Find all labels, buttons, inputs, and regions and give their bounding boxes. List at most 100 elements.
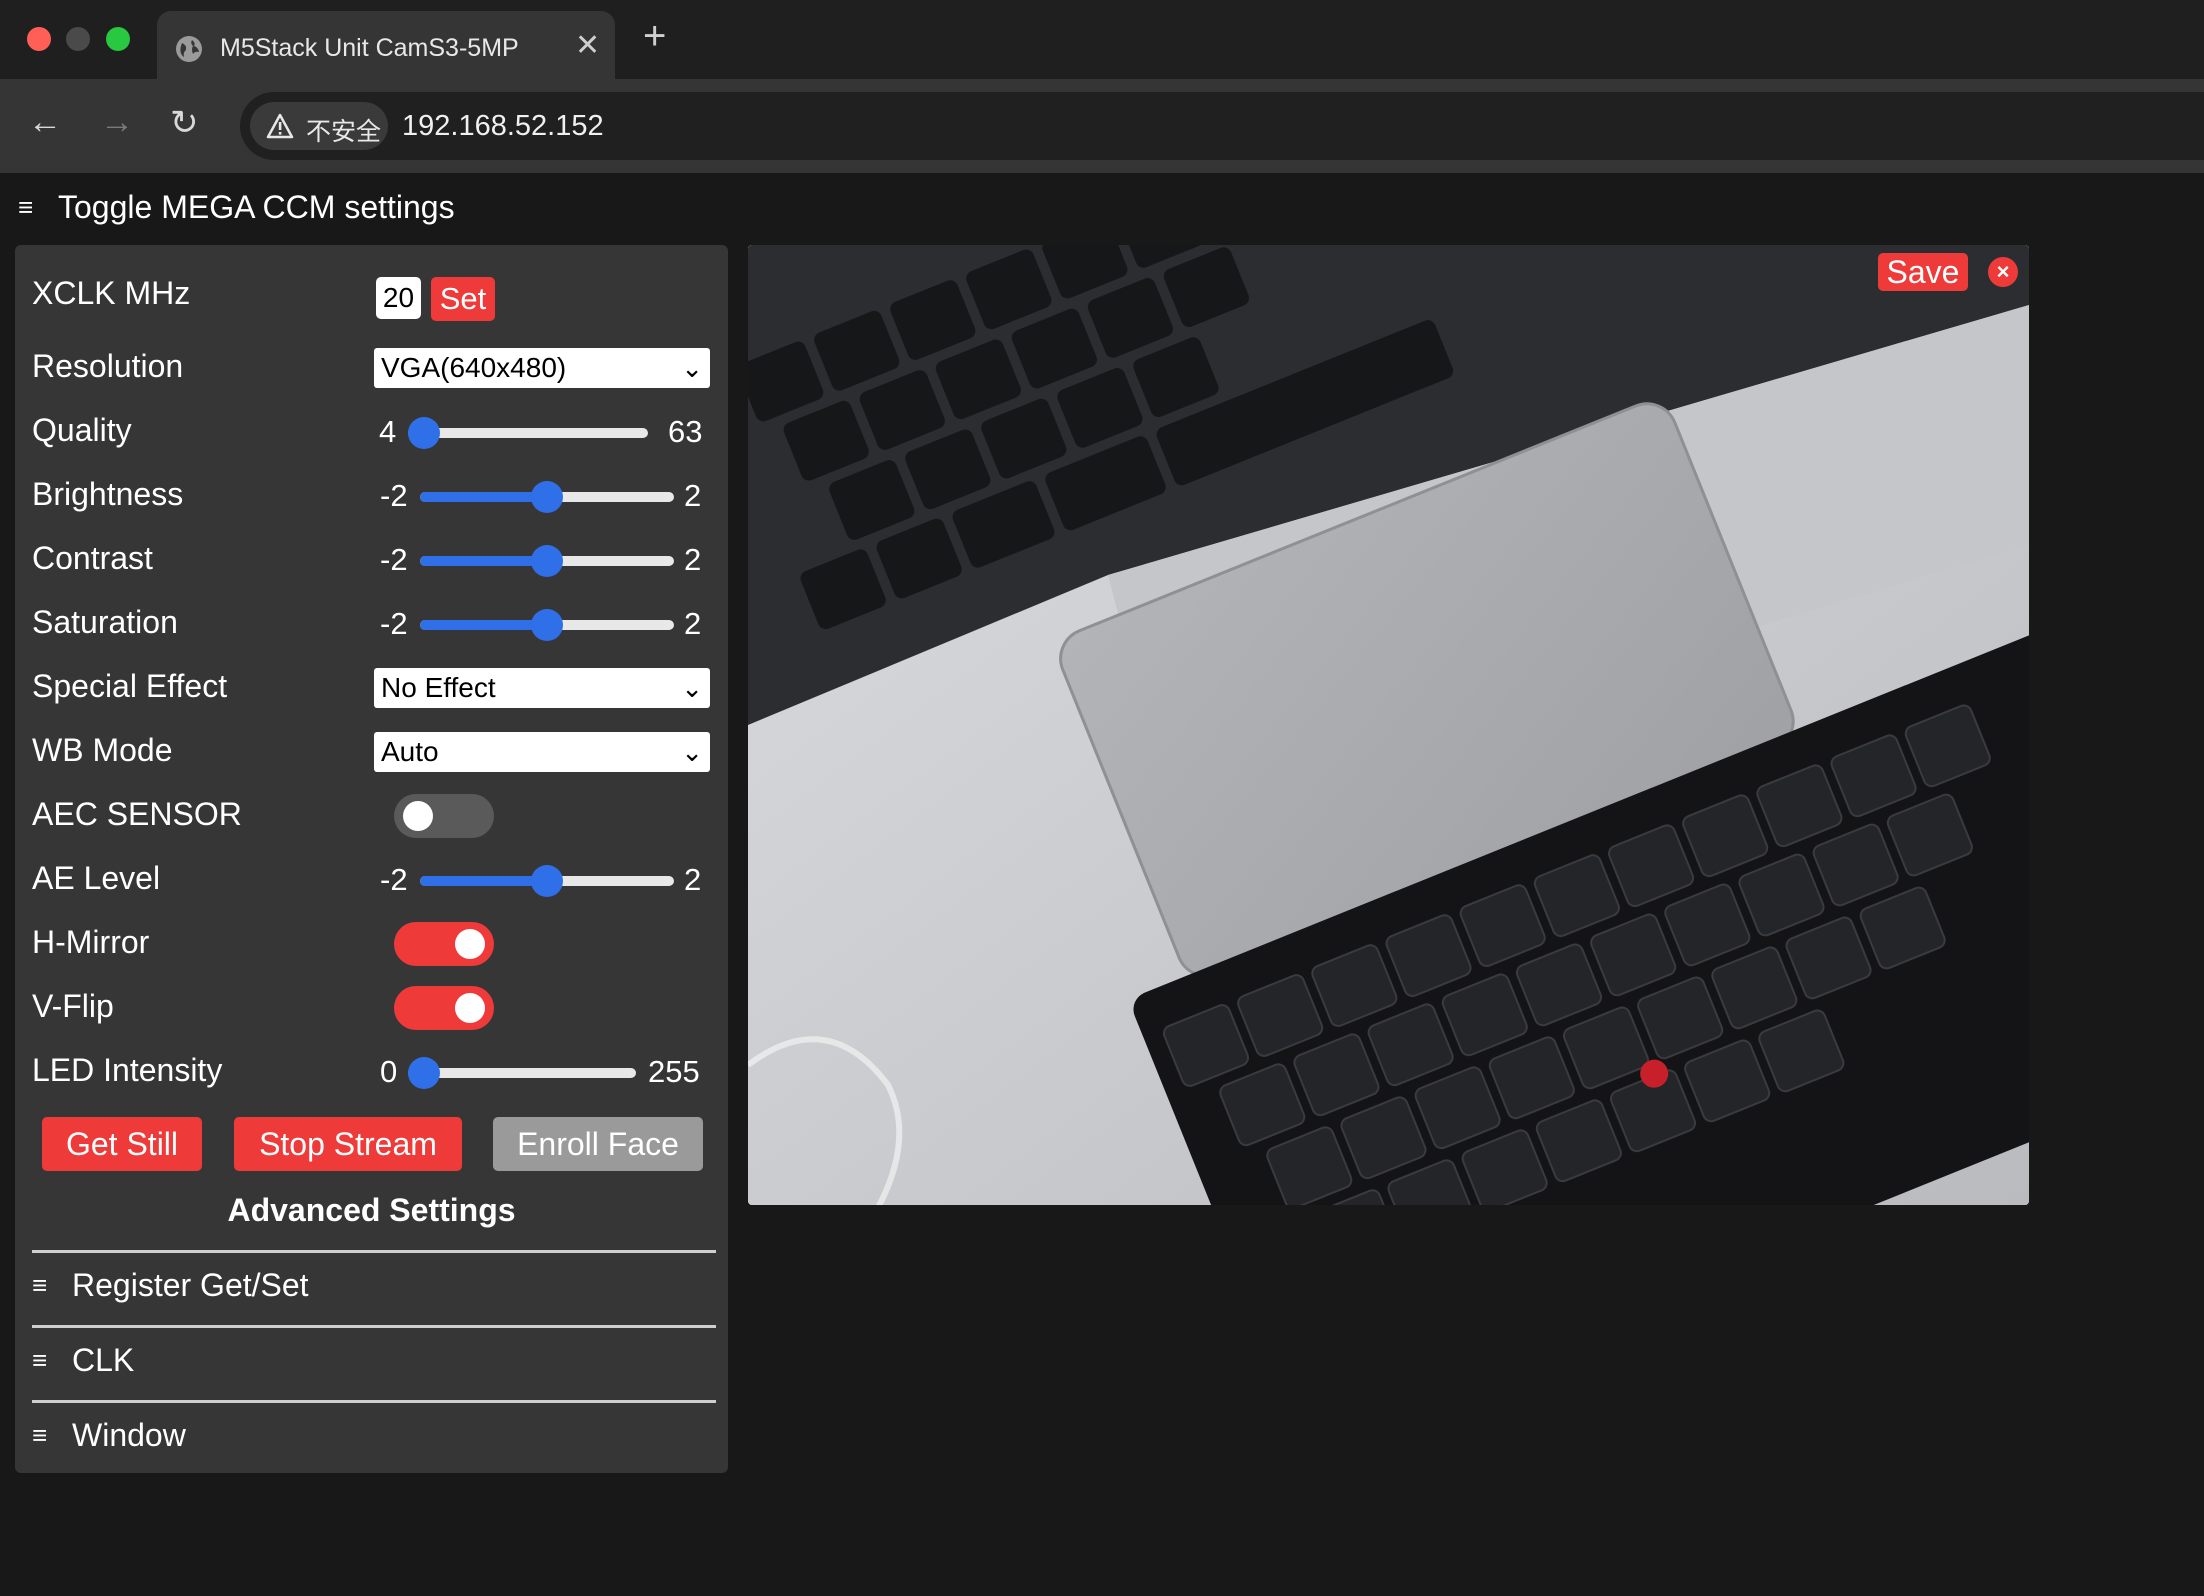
quality-label: Quality bbox=[32, 412, 132, 448]
menu-icon: ≡ bbox=[32, 1270, 48, 1300]
browser-tab-active[interactable]: M5Stack Unit CamS3-5MP ✕ bbox=[157, 11, 615, 79]
browser-tab-bar: M5Stack Unit CamS3-5MP ✕ + bbox=[0, 0, 2204, 79]
camera-stream-image bbox=[748, 245, 2029, 1205]
address-bar[interactable]: 不安全 192.168.52.152 bbox=[240, 92, 2204, 160]
contrast-max: 2 bbox=[684, 542, 702, 577]
section-label: Register Get/Set bbox=[72, 1267, 309, 1303]
settings-panel: XCLK MHz 20 Set Resolution VGA(640x480) … bbox=[15, 245, 728, 1473]
toggle-mega-label: Toggle MEGA CCM settings bbox=[58, 189, 455, 225]
toggle-mega-ccm-settings[interactable]: ≡ Toggle MEGA CCM settings bbox=[18, 189, 455, 226]
close-stream-icon[interactable]: × bbox=[1988, 257, 2018, 287]
saturation-slider-fill bbox=[420, 620, 547, 630]
special-effect-label: Special Effect bbox=[32, 668, 228, 704]
ae-level-max: 2 bbox=[684, 862, 702, 897]
h-mirror-label: H-Mirror bbox=[32, 924, 150, 960]
resolution-select[interactable]: VGA(640x480) ⌄ bbox=[374, 348, 710, 388]
contrast-slider-thumb[interactable] bbox=[531, 545, 563, 577]
ae-level-label: AE Level bbox=[32, 860, 161, 896]
ae-level-slider-fill bbox=[420, 876, 547, 886]
quality-slider[interactable] bbox=[408, 417, 648, 449]
saturation-label: Saturation bbox=[32, 604, 178, 640]
enroll-face-button[interactable]: Enroll Face bbox=[493, 1117, 703, 1171]
xclk-label: XCLK MHz bbox=[32, 275, 191, 311]
wb-mode-label: WB Mode bbox=[32, 732, 173, 768]
camera-frame-illustration bbox=[748, 245, 2029, 1205]
special-effect-selected-value: No Effect bbox=[381, 672, 496, 703]
warning-triangle-icon bbox=[266, 113, 294, 139]
window-maximize-button[interactable] bbox=[106, 27, 130, 51]
menu-icon: ≡ bbox=[32, 1345, 48, 1375]
contrast-slider-fill bbox=[420, 556, 547, 566]
back-arrow-icon[interactable]: ← bbox=[28, 103, 62, 142]
section-clk[interactable]: ≡ CLK bbox=[32, 1342, 134, 1379]
save-image-button[interactable]: Save bbox=[1878, 253, 1968, 291]
resolution-selected-value: VGA(640x480) bbox=[381, 352, 567, 383]
ae-level-slider-thumb[interactable] bbox=[531, 865, 563, 897]
brightness-slider[interactable] bbox=[420, 481, 674, 513]
led-intensity-slider[interactable] bbox=[408, 1057, 636, 1089]
saturation-min: -2 bbox=[380, 606, 408, 641]
divider bbox=[32, 1250, 716, 1253]
globe-icon bbox=[176, 36, 202, 62]
aec-sensor-label: AEC SENSOR bbox=[32, 796, 242, 832]
saturation-max: 2 bbox=[684, 606, 702, 641]
quality-slider-thumb[interactable] bbox=[408, 417, 440, 449]
reload-icon[interactable]: ↻ bbox=[170, 103, 199, 143]
section-label: CLK bbox=[72, 1342, 135, 1378]
v-flip-label: V-Flip bbox=[32, 988, 114, 1024]
divider bbox=[32, 1400, 716, 1403]
contrast-label: Contrast bbox=[32, 540, 153, 576]
chevron-down-icon: ⌄ bbox=[681, 353, 703, 383]
led-intensity-slider-thumb[interactable] bbox=[408, 1057, 440, 1089]
quality-max: 63 bbox=[668, 414, 703, 449]
resolution-label: Resolution bbox=[32, 348, 184, 384]
security-indicator[interactable]: 不安全 bbox=[250, 102, 388, 150]
wb-mode-select[interactable]: Auto ⌄ bbox=[374, 732, 710, 772]
security-label: 不安全 bbox=[306, 118, 382, 146]
brightness-slider-fill bbox=[420, 492, 547, 502]
brightness-max: 2 bbox=[684, 478, 702, 513]
tab-title: M5Stack Unit CamS3-5MP bbox=[220, 34, 519, 62]
saturation-slider[interactable] bbox=[420, 609, 674, 641]
url-text[interactable]: 192.168.52.152 bbox=[402, 110, 604, 143]
new-tab-button[interactable]: + bbox=[643, 14, 666, 59]
saturation-slider-thumb[interactable] bbox=[531, 609, 563, 641]
menu-icon: ≡ bbox=[18, 192, 34, 222]
window-close-button[interactable] bbox=[27, 27, 51, 51]
advanced-settings-title: Advanced Settings bbox=[227, 1192, 516, 1228]
window-minimize-button[interactable] bbox=[66, 27, 90, 51]
ae-level-min: -2 bbox=[380, 862, 408, 897]
special-effect-select[interactable]: No Effect ⌄ bbox=[374, 668, 710, 708]
toggle-knob bbox=[403, 801, 433, 831]
menu-icon: ≡ bbox=[32, 1420, 48, 1450]
stop-stream-button[interactable]: Stop Stream bbox=[234, 1117, 462, 1171]
section-window[interactable]: ≡ Window bbox=[32, 1417, 186, 1454]
divider bbox=[32, 1325, 716, 1328]
xclk-set-button[interactable]: Set bbox=[431, 277, 495, 321]
chevron-down-icon: ⌄ bbox=[681, 737, 703, 767]
h-mirror-toggle[interactable] bbox=[394, 922, 494, 966]
forward-arrow-icon[interactable]: → bbox=[100, 103, 134, 142]
contrast-slider[interactable] bbox=[420, 545, 674, 577]
xclk-input[interactable]: 20 bbox=[376, 277, 421, 319]
tab-close-icon[interactable]: ✕ bbox=[575, 28, 600, 63]
brightness-min: -2 bbox=[380, 478, 408, 513]
get-still-button[interactable]: Get Still bbox=[42, 1117, 202, 1171]
contrast-min: -2 bbox=[380, 542, 408, 577]
section-label: Window bbox=[72, 1417, 186, 1453]
brightness-label: Brightness bbox=[32, 476, 184, 512]
section-register-get-set[interactable]: ≡ Register Get/Set bbox=[32, 1267, 309, 1304]
chevron-down-icon: ⌄ bbox=[681, 673, 703, 703]
toggle-knob bbox=[455, 929, 485, 959]
led-intensity-label: LED Intensity bbox=[32, 1052, 223, 1088]
brightness-slider-thumb[interactable] bbox=[531, 481, 563, 513]
aec-sensor-toggle[interactable] bbox=[394, 794, 494, 838]
led-intensity-min: 0 bbox=[380, 1054, 398, 1089]
browser-toolbar: ← → ↻ 不安全 192.168.52.152 bbox=[0, 79, 2204, 173]
quality-min: 4 bbox=[379, 414, 397, 449]
toggle-knob bbox=[455, 993, 485, 1023]
v-flip-toggle[interactable] bbox=[394, 986, 494, 1030]
wb-mode-selected-value: Auto bbox=[381, 736, 439, 767]
led-intensity-max: 255 bbox=[648, 1054, 700, 1089]
ae-level-slider[interactable] bbox=[420, 865, 674, 897]
